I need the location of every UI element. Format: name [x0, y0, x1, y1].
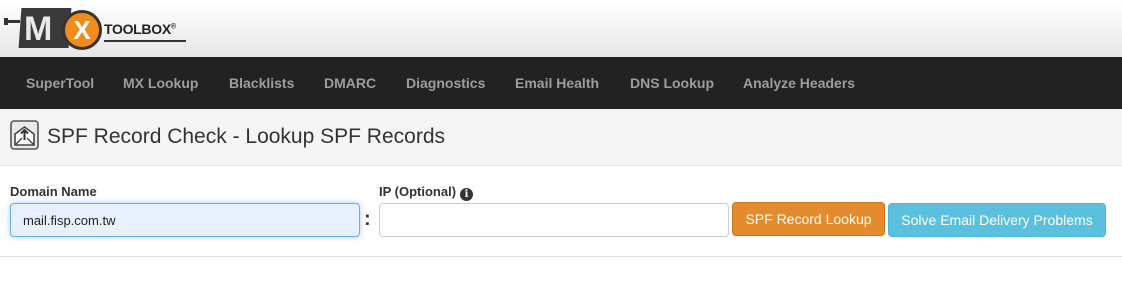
nav-item-analyze-headers[interactable]: Analyze Headers	[743, 57, 855, 109]
domain-name-label: Domain Name	[10, 184, 97, 199]
nav-item-email-health[interactable]: Email Health	[515, 57, 599, 109]
domain-ip-separator: :	[364, 208, 371, 230]
nav-item-blacklists[interactable]: Blacklists	[229, 57, 294, 109]
page-title: SPF Record Check - Lookup SPF Records	[47, 125, 445, 148]
spf-lookup-form: Domain Name : IP (Optional)i SPF Record …	[0, 166, 1122, 257]
site-header: M X TOOLBOX®	[0, 0, 1122, 57]
domain-name-input[interactable]	[10, 203, 360, 237]
logo-mark-m: M	[24, 10, 52, 48]
mxtoolbox-logo[interactable]: M X TOOLBOX®	[4, 8, 186, 50]
nav-item-supertool[interactable]: SuperTool	[26, 57, 94, 109]
envelope-upload-icon	[10, 120, 39, 150]
spf-record-lookup-button[interactable]: SPF Record Lookup	[732, 202, 885, 236]
page-title-bar: SPF Record Check - Lookup SPF Records	[0, 109, 1122, 166]
info-icon[interactable]: i	[460, 188, 474, 201]
main-navbar: SuperTool MX Lookup Blacklists DMARC Dia…	[0, 57, 1122, 109]
logo-plug-line	[4, 18, 20, 25]
logo-wordmark-text: TOOLBOX	[104, 21, 171, 37]
nav-item-mx-lookup[interactable]: MX Lookup	[123, 57, 198, 109]
nav-item-dmarc[interactable]: DMARC	[324, 57, 376, 109]
ip-label-text: IP (Optional)	[379, 184, 457, 199]
ip-input[interactable]	[379, 203, 729, 237]
ip-label: IP (Optional) i	[379, 184, 474, 201]
nav-item-dns-lookup[interactable]: DNS Lookup	[630, 57, 714, 109]
nav-item-diagnostics[interactable]: Diagnostics	[406, 57, 485, 109]
logo-underline	[104, 40, 186, 42]
logo-registered-mark: ®	[170, 23, 176, 31]
logo-wordmark: TOOLBOX®	[104, 21, 176, 37]
logo-mark-x: X	[73, 15, 91, 45]
logo-mark-circle: X	[62, 10, 102, 50]
solve-email-delivery-button[interactable]: Solve Email Delivery Problems	[888, 203, 1106, 237]
